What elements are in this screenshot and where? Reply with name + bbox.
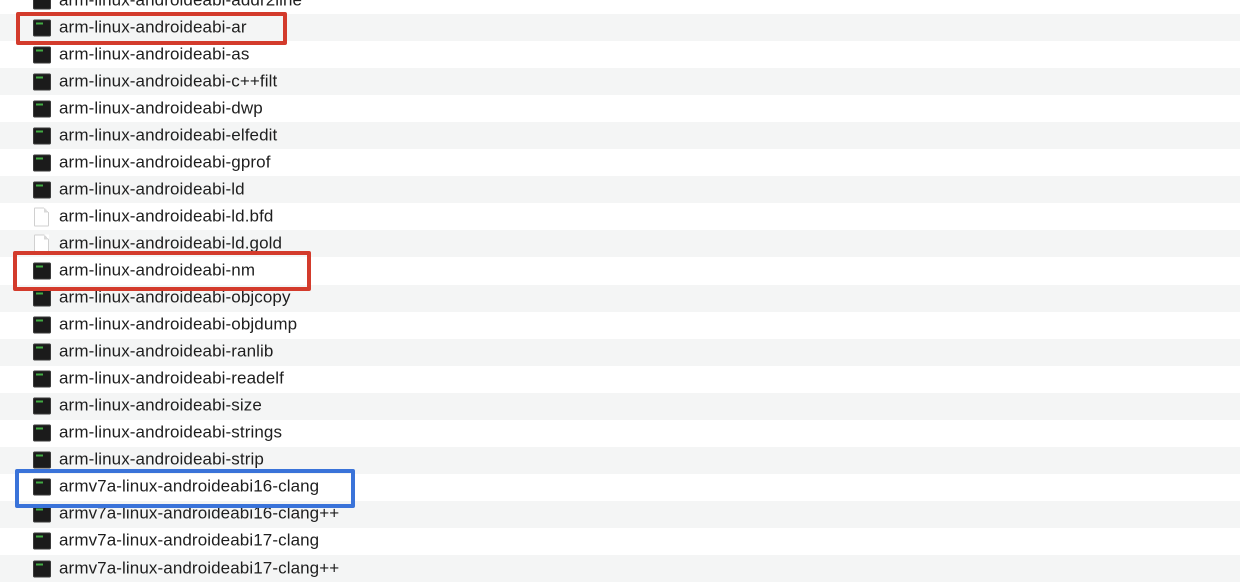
document-icon bbox=[34, 207, 49, 227]
file-row[interactable]: arm-linux-androideabi-ranlib bbox=[0, 338, 1240, 366]
file-name: arm-linux-androideabi-elfedit bbox=[59, 125, 278, 145]
terminal-exec-icon bbox=[33, 370, 51, 388]
file-row[interactable]: arm-linux-androideabi-objdump bbox=[0, 312, 1240, 339]
terminal-exec-icon bbox=[33, 181, 51, 199]
file-name: armv7a-linux-androideabi17-clang++ bbox=[59, 558, 340, 578]
terminal-exec-icon bbox=[33, 127, 51, 145]
file-row[interactable]: arm-linux-androideabi-dwp bbox=[0, 95, 1240, 122]
file-name: arm-linux-androideabi-c++filt bbox=[59, 71, 278, 91]
file-row[interactable]: arm-linux-androideabi-size bbox=[0, 392, 1240, 420]
file-name: arm-linux-androideabi-as bbox=[59, 44, 250, 64]
file-name: arm-linux-androideabi-gprof bbox=[59, 152, 271, 172]
red-highlight-box bbox=[16, 12, 287, 45]
file-row[interactable]: arm-linux-androideabi-readelf bbox=[0, 366, 1240, 393]
file-name: arm-linux-androideabi-size bbox=[59, 395, 262, 415]
file-row[interactable]: armv7a-linux-androideabi17-clang++ bbox=[0, 554, 1240, 583]
file-row[interactable]: arm-linux-androideabi-strings bbox=[0, 420, 1240, 447]
file-name: arm-linux-androideabi-addr2line bbox=[59, 0, 302, 10]
terminal-exec-icon bbox=[33, 73, 51, 91]
file-row[interactable]: armv7a-linux-androideabi17-clang bbox=[0, 528, 1240, 555]
file-name: arm-linux-androideabi-strip bbox=[59, 449, 264, 469]
file-name: arm-linux-androideabi-dwp bbox=[59, 98, 263, 118]
blue-highlight-box bbox=[15, 469, 355, 508]
terminal-exec-icon bbox=[33, 0, 51, 10]
red-highlight-box bbox=[13, 251, 311, 291]
file-name: arm-linux-androideabi-ld bbox=[59, 179, 245, 199]
file-name: arm-linux-androideabi-objdump bbox=[59, 314, 298, 334]
terminal-exec-icon bbox=[33, 100, 51, 118]
terminal-exec-icon bbox=[33, 532, 51, 550]
terminal-exec-icon bbox=[33, 46, 51, 64]
terminal-exec-icon bbox=[33, 154, 51, 172]
terminal-exec-icon bbox=[33, 560, 51, 577]
file-row[interactable]: arm-linux-androideabi-ld bbox=[0, 176, 1240, 204]
terminal-exec-icon bbox=[33, 316, 51, 334]
file-row[interactable]: arm-linux-androideabi-ld.bfd bbox=[0, 203, 1240, 230]
file-name: armv7a-linux-androideabi17-clang bbox=[59, 531, 320, 551]
file-name: arm-linux-androideabi-ranlib bbox=[59, 341, 274, 361]
terminal-exec-icon bbox=[33, 397, 51, 415]
file-row[interactable]: arm-linux-androideabi-gprof bbox=[0, 149, 1240, 176]
file-name: arm-linux-androideabi-ld.bfd bbox=[59, 206, 274, 226]
file-row[interactable]: arm-linux-androideabi-elfedit bbox=[0, 122, 1240, 150]
file-row[interactable]: arm-linux-androideabi-as bbox=[0, 41, 1240, 68]
terminal-exec-icon bbox=[33, 343, 51, 361]
file-name: arm-linux-androideabi-strings bbox=[59, 422, 283, 442]
terminal-exec-icon bbox=[33, 505, 51, 523]
terminal-exec-icon bbox=[33, 424, 51, 442]
file-row[interactable]: arm-linux-androideabi-c++filt bbox=[0, 68, 1240, 96]
terminal-exec-icon bbox=[33, 451, 51, 469]
terminal-exec-icon bbox=[33, 289, 51, 307]
file-name: arm-linux-androideabi-readelf bbox=[59, 368, 284, 388]
